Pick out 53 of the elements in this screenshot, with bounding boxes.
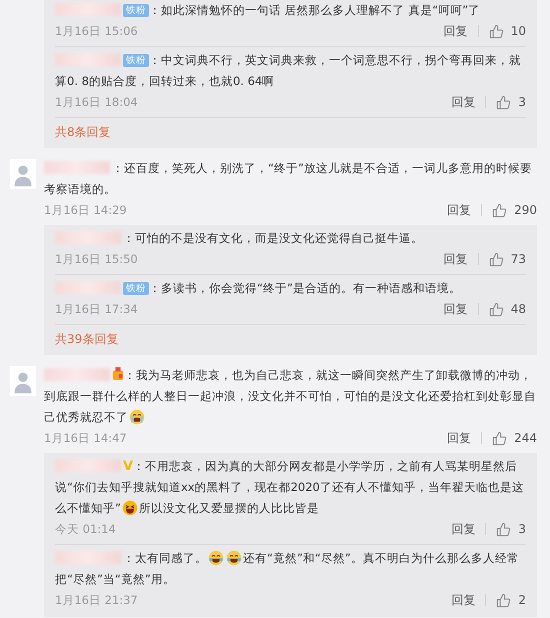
tears-of-joy-emoji-icon xyxy=(208,550,224,566)
fan-badge: 铁粉 xyxy=(123,4,149,17)
medal-icon xyxy=(112,367,124,381)
thumbs-up-icon[interactable] xyxy=(488,252,504,266)
reply-button[interactable]: 回复 xyxy=(451,592,476,608)
comment-time: 1月16日 18:04 xyxy=(55,94,138,110)
thumbs-up-icon[interactable] xyxy=(496,94,512,110)
like-count: 10 xyxy=(510,24,526,38)
fan-badge: 铁粉 xyxy=(123,54,149,67)
reply-button[interactable]: 回复 xyxy=(444,250,468,268)
reply-button[interactable]: 回复 xyxy=(451,520,476,538)
like-count: 290 xyxy=(514,203,537,217)
tears-of-joy-emoji-icon xyxy=(226,550,242,566)
comment-time: 今天 01:14 xyxy=(55,522,116,536)
verified-label: V xyxy=(123,459,134,474)
like-count: 48 xyxy=(510,302,526,316)
comment-time: 1月16日 15:50 xyxy=(55,252,138,266)
blurred-username xyxy=(44,368,110,381)
comment-time: 1月16日 14:47 xyxy=(44,430,127,446)
thumbs-up-icon[interactable] xyxy=(496,592,512,608)
crying-emoji-icon xyxy=(129,409,145,425)
avatar[interactable] xyxy=(9,366,37,396)
thumbs-up-icon[interactable] xyxy=(496,522,512,536)
comment-text: ：我为马老师悲哀，也为自己悲哀，就这一瞬间突然产生了卸载微博的冲动，到底跟一群什么样的人整日一起冲浪，没文化并不可怕，可怕的是没文化还爱抬杠到处彰显自己优秀就忍不了 xyxy=(44,366,537,427)
thumbs-up-icon[interactable] xyxy=(492,430,508,446)
reply-button[interactable]: 回复 xyxy=(444,300,468,318)
comment-text: V：不用悲哀，因为真的大部分网友都是小学学历，之前有人骂某明星然后说“你们去知乎搜就知道xx的黑料了，现在都2020了还有人不懂知乎，当年翟天临也是这么不懂知乎” 所以没文化又爱显摆的人比比皆是 xyxy=(55,458,525,518)
comment-time: 1月16日 14:29 xyxy=(44,202,127,218)
comment-time: 1月16日 17:34 xyxy=(55,302,138,316)
thumbs-up-icon[interactable] xyxy=(492,202,508,218)
fan-badge: 铁粉 xyxy=(123,282,149,295)
reply-button[interactable]: 回复 xyxy=(447,430,472,446)
comment-time: 1月16日 15:06 xyxy=(55,24,138,38)
comment-text: 铁粉 ：多读书，你会觉得“终于”是合适的。有一种语感和语境。 xyxy=(55,278,526,299)
avatar[interactable] xyxy=(9,159,37,189)
thumbs-up-icon[interactable] xyxy=(488,302,504,316)
comment-text: ：太有同感了。 还有“竟然”和“尽然”。真不明白为什么那么多人经常把“尽然”当“竟然”用。 xyxy=(55,549,520,588)
like-count: 73 xyxy=(510,252,526,266)
comment-text: 铁粉 ：如此深情勉怀的一句话 居然那么多人理解不了 真是“呵呵”了 xyxy=(55,0,526,21)
comment-text: ：还百度，笑死人，别洗了，“终于”放这儿就是不合适，一词儿多意用的时候要考察语境的。 xyxy=(44,160,533,198)
like-count: 244 xyxy=(514,431,537,445)
reply-button[interactable]: 回复 xyxy=(451,94,476,110)
comment-time: 1月16日 21:37 xyxy=(55,592,138,608)
comment-text: ：可怕的不是没有文化，而是没文化还觉得自己挺牛逼。 xyxy=(55,228,526,249)
like-count: 3 xyxy=(518,522,526,536)
like-count: 2 xyxy=(518,593,526,607)
comment-text: 铁粉 ：中文词典不行，英文词典来救，一个词意思不行，拐个弯再回来，就算0. 8的贴合度，回转过来，也就0. 64啊 xyxy=(55,52,522,90)
like-count: 3 xyxy=(518,95,526,109)
laughing-emoji-icon xyxy=(122,500,138,516)
thumbs-up-icon[interactable] xyxy=(488,24,504,38)
reply-button[interactable]: 回复 xyxy=(444,22,468,40)
reply-button[interactable]: 回复 xyxy=(447,202,472,218)
blurred-username xyxy=(44,161,110,174)
